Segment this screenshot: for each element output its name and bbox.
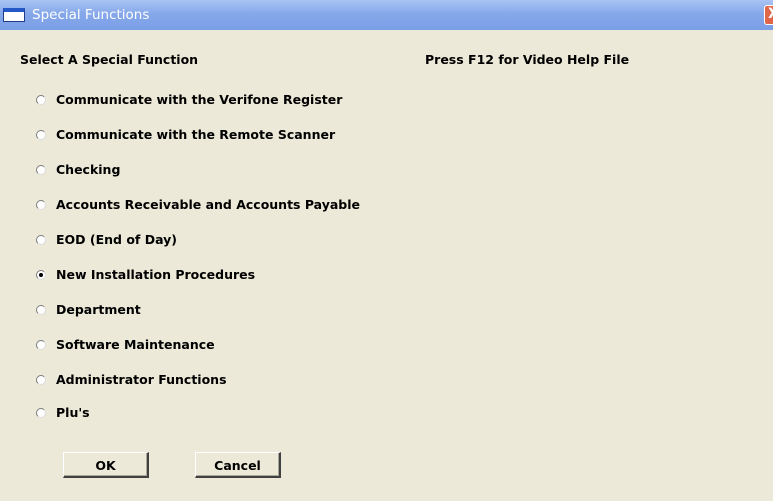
- radio-button[interactable]: [36, 408, 46, 418]
- video-help-hint: Press F12 for Video Help File: [425, 52, 630, 67]
- select-function-heading: Select A Special Function: [20, 52, 199, 67]
- option-label: EOD (End of Day): [56, 232, 178, 247]
- window-icon: [3, 8, 25, 22]
- window-title: Special Functions: [32, 7, 150, 23]
- option-label: New Installation Procedures: [56, 267, 256, 282]
- radio-button[interactable]: [36, 305, 46, 315]
- option-label: Plu's: [56, 405, 90, 420]
- radio-button[interactable]: [36, 340, 46, 350]
- special-functions-dialog: Special Functions X Select A Special Fun…: [0, 0, 773, 501]
- option-label: Communicate with the Remote Scanner: [56, 127, 336, 142]
- option-label: Administrator Functions: [56, 372, 227, 387]
- option-label: Checking: [56, 162, 121, 177]
- title-bar[interactable]: Special Functions X: [0, 0, 773, 30]
- radio-button[interactable]: [36, 235, 46, 245]
- radio-button[interactable]: [36, 95, 46, 105]
- radio-button[interactable]: [36, 270, 46, 280]
- radio-button[interactable]: [36, 200, 46, 210]
- radio-button[interactable]: [36, 165, 46, 175]
- radio-selected-dot: [39, 273, 43, 277]
- option-label: Software Maintenance: [56, 337, 215, 352]
- cancel-button[interactable]: Cancel: [195, 452, 281, 478]
- radio-button[interactable]: [36, 130, 46, 140]
- close-button[interactable]: X: [764, 5, 773, 25]
- ok-button[interactable]: OK: [63, 452, 149, 478]
- option-label: Accounts Receivable and Accounts Payable: [56, 197, 361, 212]
- option-label: Department: [56, 302, 141, 317]
- option-label: Communicate with the Verifone Register: [56, 92, 343, 107]
- radio-button[interactable]: [36, 375, 46, 385]
